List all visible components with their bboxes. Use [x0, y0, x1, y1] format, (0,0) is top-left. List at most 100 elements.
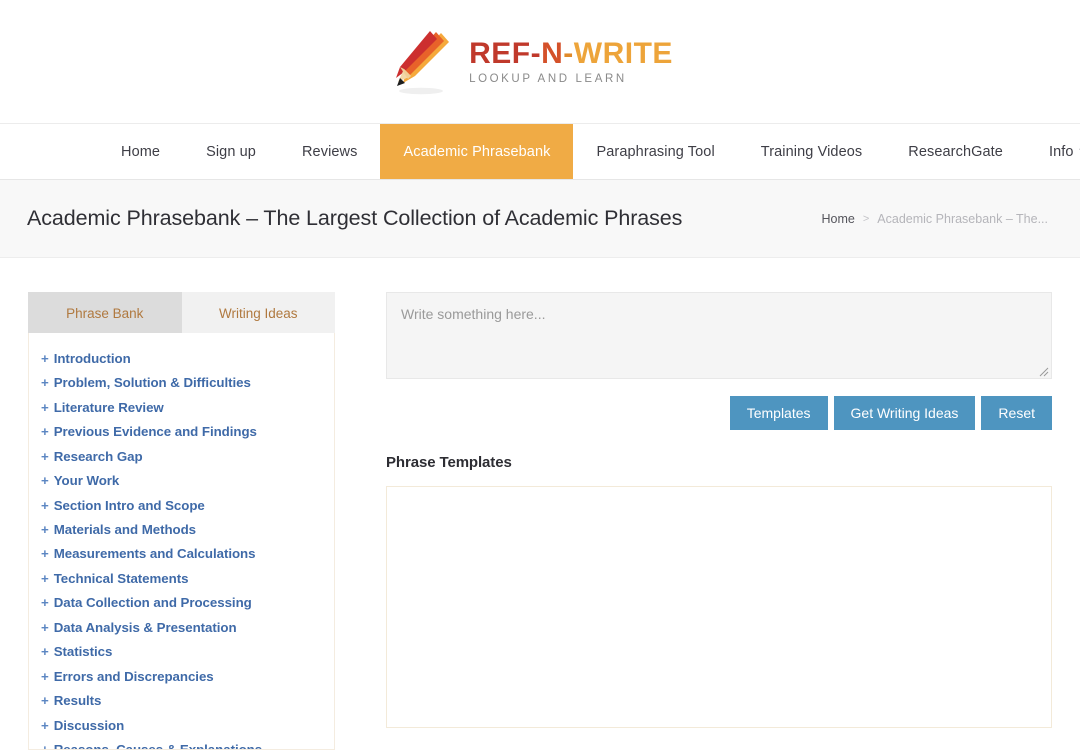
- tab-writing-ideas[interactable]: Writing Ideas: [181, 292, 335, 333]
- nav-item-sign-up[interactable]: Sign up: [183, 124, 279, 179]
- nav-item-academic-phrasebank[interactable]: Academic Phrasebank: [380, 124, 574, 179]
- nav-label: Reviews: [301, 143, 358, 160]
- sidebar-item-measurements-and-calculations[interactable]: + Measurements and Calculations: [29, 542, 334, 566]
- sidebar-item-errors-and-discrepancies[interactable]: + Errors and Discrepancies: [29, 664, 334, 688]
- nav-item-home[interactable]: Home: [98, 124, 183, 179]
- expand-icon: +: [41, 644, 49, 660]
- expand-icon: +: [41, 350, 49, 366]
- sidebar-item-introduction[interactable]: + Introduction: [29, 346, 334, 370]
- page-title: Academic Phrasebank – The Largest Collec…: [27, 206, 683, 230]
- nav-item-paraphrasing-tool[interactable]: Paraphrasing Tool: [573, 124, 737, 179]
- expand-icon: +: [41, 497, 49, 513]
- phrase-templates-heading: Phrase Templates: [386, 454, 512, 471]
- sidebar-item-label: Reasons, Causes & Explanations: [53, 742, 263, 750]
- sidebar-item-previous-evidence-and-findings[interactable]: + Previous Evidence and Findings: [29, 419, 334, 443]
- nav-label: Sign up: [206, 143, 256, 160]
- sidebar-item-label: Statistics: [53, 644, 113, 660]
- sidebar-item-label: Technical Statements: [53, 570, 189, 586]
- expand-icon: +: [41, 448, 49, 464]
- sidebar-item-your-work[interactable]: + Your Work: [29, 468, 334, 492]
- expand-icon: +: [41, 399, 49, 415]
- logo-n: N: [541, 37, 564, 71]
- sidebar-item-technical-statements[interactable]: + Technical Statements: [29, 566, 334, 590]
- templates-button[interactable]: Templates: [729, 396, 828, 430]
- sidebar-item-label: Research Gap: [53, 448, 143, 464]
- expand-icon: +: [41, 546, 49, 562]
- breadcrumb-separator-icon: >: [862, 212, 870, 225]
- editor-container: [386, 292, 1052, 379]
- sidebar-item-label: Data Analysis & Presentation: [53, 619, 237, 635]
- expand-icon: +: [41, 473, 49, 489]
- logo-dash-2: -: [563, 37, 574, 71]
- expand-icon: +: [41, 595, 49, 611]
- sidebar-item-label: Materials and Methods: [53, 521, 197, 537]
- nav-label: Academic Phrasebank: [403, 143, 551, 160]
- sidebar-item-label: Problem, Solution & Difficulties: [53, 375, 251, 391]
- sidebar-item-label: Results: [53, 693, 102, 709]
- expand-icon: +: [41, 742, 49, 750]
- sidebar-item-section-intro-and-scope[interactable]: + Section Intro and Scope: [29, 493, 334, 517]
- sidebar-item-results[interactable]: + Results: [29, 689, 334, 713]
- logo-write: WRITE: [573, 37, 673, 71]
- sidebar-item-discussion[interactable]: + Discussion: [29, 713, 334, 737]
- breadcrumb-current: Academic Phrasebank – The...: [877, 211, 1048, 226]
- get-writing-ideas-button[interactable]: Get Writing Ideas: [833, 396, 976, 430]
- reset-button[interactable]: Reset: [981, 396, 1052, 430]
- sidebar-item-reasons-causes-explanations[interactable]: + Reasons, Causes & Explanations: [29, 738, 334, 750]
- nav-label: ResearchGate: [908, 143, 1003, 160]
- tab-label: Phrase Bank: [66, 305, 144, 321]
- sidebar-item-statistics[interactable]: + Statistics: [29, 640, 334, 664]
- expand-icon: +: [41, 521, 49, 537]
- text-editor-input[interactable]: [386, 292, 1052, 379]
- sidebar-item-research-gap[interactable]: + Research Gap: [29, 444, 334, 468]
- main-content: Phrase Bank Writing Ideas + Introduction …: [0, 258, 1080, 750]
- nav-item-info[interactable]: Info: [1026, 124, 1080, 179]
- breadcrumb: Home > Academic Phrasebank – The...: [822, 212, 1048, 226]
- sidebar-category-list: + Introduction + Problem, Solution & Diffi…: [28, 333, 335, 750]
- breadcrumb-home-link[interactable]: Home: [822, 212, 855, 226]
- expand-icon: +: [41, 424, 49, 440]
- logo-title: REF-N-WRITE: [469, 38, 673, 70]
- logo-tagline: LOOKUP AND LEARN: [469, 72, 627, 85]
- sidebar-item-literature-review[interactable]: + Literature Review: [29, 395, 334, 419]
- logo-ref: REF: [469, 37, 531, 71]
- expand-icon: +: [41, 668, 49, 684]
- sidebar-item-problem-solution-difficulties[interactable]: + Problem, Solution & Difficulties: [29, 370, 334, 394]
- sidebar: Phrase Bank Writing Ideas + Introduction …: [28, 292, 335, 750]
- nav-item-researchgate[interactable]: ResearchGate: [885, 124, 1026, 179]
- content-panel: Templates Get Writing Ideas Reset Phrase…: [335, 292, 1052, 750]
- sidebar-item-data-collection-and-processing[interactable]: + Data Collection and Processing: [29, 591, 334, 615]
- sidebar-item-label: Errors and Discrepancies: [53, 668, 214, 684]
- main-navigation: Home Sign up Reviews Academic Phrasebank…: [0, 123, 1080, 180]
- expand-icon: +: [41, 570, 49, 586]
- sidebar-item-label: Your Work: [53, 473, 120, 489]
- sidebar-item-label: Data Collection and Processing: [53, 595, 252, 611]
- expand-icon: +: [41, 619, 49, 635]
- sidebar-item-label: Measurements and Calculations: [53, 546, 256, 562]
- nav-label: Home: [121, 143, 161, 160]
- tab-phrase-bank[interactable]: Phrase Bank: [28, 292, 182, 333]
- logo-wordmark: REF-N-WRITE LOOKUP AND LEARN: [469, 38, 673, 85]
- sidebar-item-label: Discussion: [53, 717, 125, 733]
- nav-label: Paraphrasing Tool: [596, 143, 715, 160]
- sidebar-item-data-analysis-presentation[interactable]: + Data Analysis & Presentation: [29, 615, 334, 639]
- site-header: REF-N-WRITE LOOKUP AND LEARN: [0, 0, 1080, 123]
- action-button-row: Templates Get Writing Ideas Reset: [386, 396, 1052, 430]
- expand-icon: +: [41, 375, 49, 391]
- tab-label: Writing Ideas: [218, 305, 298, 321]
- sidebar-item-label: Literature Review: [53, 399, 164, 415]
- logo-dash-1: -: [530, 37, 542, 71]
- sidebar-tabs: Phrase Bank Writing Ideas: [28, 292, 335, 333]
- phrase-templates-results-box[interactable]: [386, 486, 1052, 728]
- site-logo[interactable]: REF-N-WRITE LOOKUP AND LEARN: [391, 29, 673, 95]
- nav-label: Training Videos: [760, 143, 863, 160]
- pencil-logo-icon: [396, 30, 450, 94]
- nav-item-reviews[interactable]: Reviews: [279, 124, 381, 179]
- page-header-bar: Academic Phrasebank – The Largest Collec…: [0, 180, 1080, 258]
- nav-item-training-videos[interactable]: Training Videos: [738, 124, 885, 179]
- sidebar-item-label: Section Intro and Scope: [53, 497, 205, 513]
- expand-icon: +: [41, 693, 49, 709]
- sidebar-item-materials-and-methods[interactable]: + Materials and Methods: [29, 517, 334, 541]
- sidebar-item-label: Introduction: [53, 350, 131, 366]
- expand-icon: +: [41, 717, 49, 733]
